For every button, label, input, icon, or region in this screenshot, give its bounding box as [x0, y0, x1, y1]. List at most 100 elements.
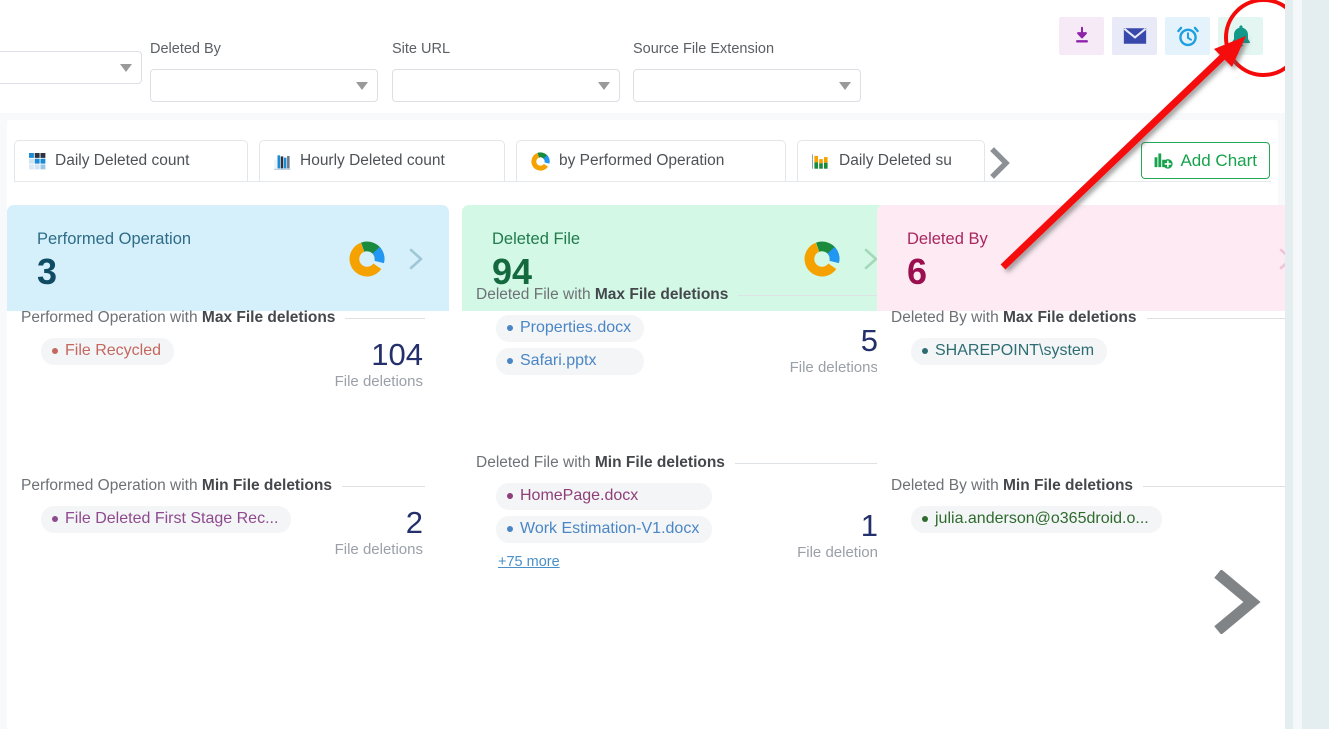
donut-chart-icon	[349, 241, 385, 277]
tab-daily-deleted-summary[interactable]: Daily Deleted su	[797, 140, 985, 181]
show-more-link[interactable]: +75 more	[498, 554, 560, 570]
page-right-rail	[1285, 0, 1329, 729]
metric: 104 File deletions	[321, 338, 425, 391]
cards-next-button[interactable]	[1208, 570, 1266, 634]
chip-label: HomePage.docx	[520, 487, 638, 505]
chip-item[interactable]: File Deleted First Stage Rec...	[41, 506, 291, 533]
card-section-max: Performed Operation with Max File deleti…	[7, 309, 449, 391]
metric-unit: File deletions	[321, 372, 423, 391]
chip-label: julia.anderson@o365droid.o...	[935, 510, 1149, 528]
bullet-dot-icon	[922, 348, 928, 354]
email-button[interactable]	[1112, 17, 1157, 55]
scrollbar-track[interactable]	[1293, 0, 1302, 729]
chip-item[interactable]: Work Estimation-V1.docx	[496, 516, 712, 543]
metric: 1 File deletion	[776, 509, 880, 562]
tab-hourly-deleted-count[interactable]: Hourly Deleted count	[259, 140, 505, 181]
section-rule	[342, 486, 425, 487]
filter-bar: Deleted By Site URL Source File Extensio…	[0, 0, 1285, 113]
card-section-max: Deleted File with Max File deletions Pro…	[462, 286, 904, 377]
metric-number: 1	[776, 509, 878, 543]
filter-select-deleted-by[interactable]	[150, 69, 378, 102]
chip-item[interactable]: Properties.docx	[496, 315, 644, 342]
section-body: Properties.docx Safari.pptx 5 Fi	[476, 315, 880, 377]
section-title-strong: Max File deletions	[1003, 309, 1137, 326]
metric: 2 File deletions	[321, 506, 425, 559]
mail-icon	[1123, 26, 1147, 46]
chip-list: File Deleted First Stage Rec...	[21, 506, 291, 533]
section-body: SHAREPOINT\system F	[891, 338, 1295, 365]
schedule-button[interactable]	[1165, 17, 1210, 55]
alerts-button[interactable]	[1218, 17, 1263, 55]
card-value: 6	[907, 251, 1299, 293]
metric-unit: File deletions	[776, 358, 878, 377]
chip-item[interactable]: SHAREPOINT\system	[911, 338, 1107, 365]
kpi-card-deleted-file[interactable]: Deleted File 94	[462, 205, 904, 729]
filter-group-site-url: Site URL	[392, 40, 620, 102]
filter-label-site-url: Site URL	[392, 40, 620, 58]
bullet-dot-icon	[507, 325, 513, 331]
download-icon	[1071, 25, 1093, 47]
tab-label: Hourly Deleted count	[300, 152, 445, 170]
bar-chart-icon	[812, 153, 830, 170]
metric-number: 2	[321, 506, 423, 540]
card-title: Deleted By	[907, 229, 1299, 249]
chip-label: SHAREPOINT\system	[935, 342, 1094, 360]
section-title-prefix: Deleted By with	[891, 477, 1003, 494]
section-rule	[1147, 318, 1295, 319]
kpi-card-performed-operation[interactable]: Performed Operation 3	[7, 205, 449, 729]
tabs-divider	[14, 181, 1271, 182]
chip-item[interactable]: Safari.pptx	[496, 348, 644, 375]
filter-select-source-file-extension[interactable]	[633, 69, 861, 102]
metric-unit: F	[1191, 338, 1293, 357]
section-title: Deleted File with Min File deletions	[476, 454, 725, 472]
metric: 5 File deletions	[776, 324, 880, 377]
chip-item[interactable]: julia.anderson@o365droid.o...	[911, 506, 1162, 533]
chip-list: File Recycled	[21, 338, 174, 365]
filter-select-0[interactable]	[0, 51, 142, 84]
section-rule	[345, 318, 425, 319]
chevron-right-icon	[1208, 570, 1266, 634]
tab-by-performed-operation[interactable]: by Performed Operation	[516, 140, 786, 181]
section-title-prefix: Deleted File with	[476, 286, 595, 303]
chip-label: File Deleted First Stage Rec...	[65, 510, 278, 528]
add-chart-button[interactable]: Add Chart	[1141, 142, 1270, 179]
filter-select-site-url[interactable]	[392, 69, 620, 102]
chip-item[interactable]: File Recycled	[41, 338, 174, 365]
tab-label: Daily Deleted count	[55, 152, 189, 170]
section-rule	[735, 463, 880, 464]
metric-unit: File deletions	[321, 540, 423, 559]
chevron-down-icon	[120, 64, 132, 72]
chip-label: Safari.pptx	[520, 352, 596, 370]
chip-list: Properties.docx Safari.pptx	[476, 315, 644, 375]
card-section-min: Deleted By with Min File deletions julia…	[877, 477, 1319, 533]
bullet-dot-icon	[52, 516, 58, 522]
section-title: Deleted By with Max File deletions	[891, 309, 1137, 327]
chevron-down-icon	[839, 82, 851, 90]
tab-daily-deleted-count[interactable]: Daily Deleted count	[14, 140, 248, 181]
card-expand-button[interactable]	[405, 247, 427, 271]
chip-label: File Recycled	[65, 342, 161, 360]
kpi-card-deleted-by[interactable]: Deleted By 6 Deleted By wi	[877, 205, 1319, 729]
card-section-min: Performed Operation with Min File deleti…	[7, 477, 449, 559]
chevron-right-icon	[405, 247, 427, 271]
section-rule	[1143, 486, 1295, 487]
tabs-next-button[interactable]	[983, 146, 1017, 180]
chip-list: HomePage.docx Work Estimation-V1.docx +7…	[476, 483, 712, 570]
filter-group-deleted-by: Deleted By	[150, 40, 378, 102]
chevron-down-icon	[598, 82, 610, 90]
chip-list: SHAREPOINT\system	[891, 338, 1107, 365]
section-body: File Recycled 104 File deletions	[21, 338, 425, 391]
section-title-strong: Max File deletions	[202, 309, 336, 326]
section-heading: Performed Operation with Min File deleti…	[21, 477, 425, 495]
grid-chart-icon	[29, 153, 46, 170]
section-heading: Deleted By with Max File deletions	[891, 309, 1295, 327]
tab-label: by Performed Operation	[559, 152, 724, 170]
alarm-clock-icon	[1176, 24, 1200, 48]
download-button[interactable]	[1059, 17, 1104, 55]
section-heading: Deleted File with Max File deletions	[476, 286, 880, 304]
bell-icon	[1230, 24, 1252, 48]
section-title-strong: Min File deletions	[1003, 477, 1133, 494]
chip-item[interactable]: HomePage.docx	[496, 483, 712, 510]
section-title-strong: Min File deletions	[202, 477, 332, 494]
section-title-prefix: Performed Operation with	[21, 477, 202, 494]
